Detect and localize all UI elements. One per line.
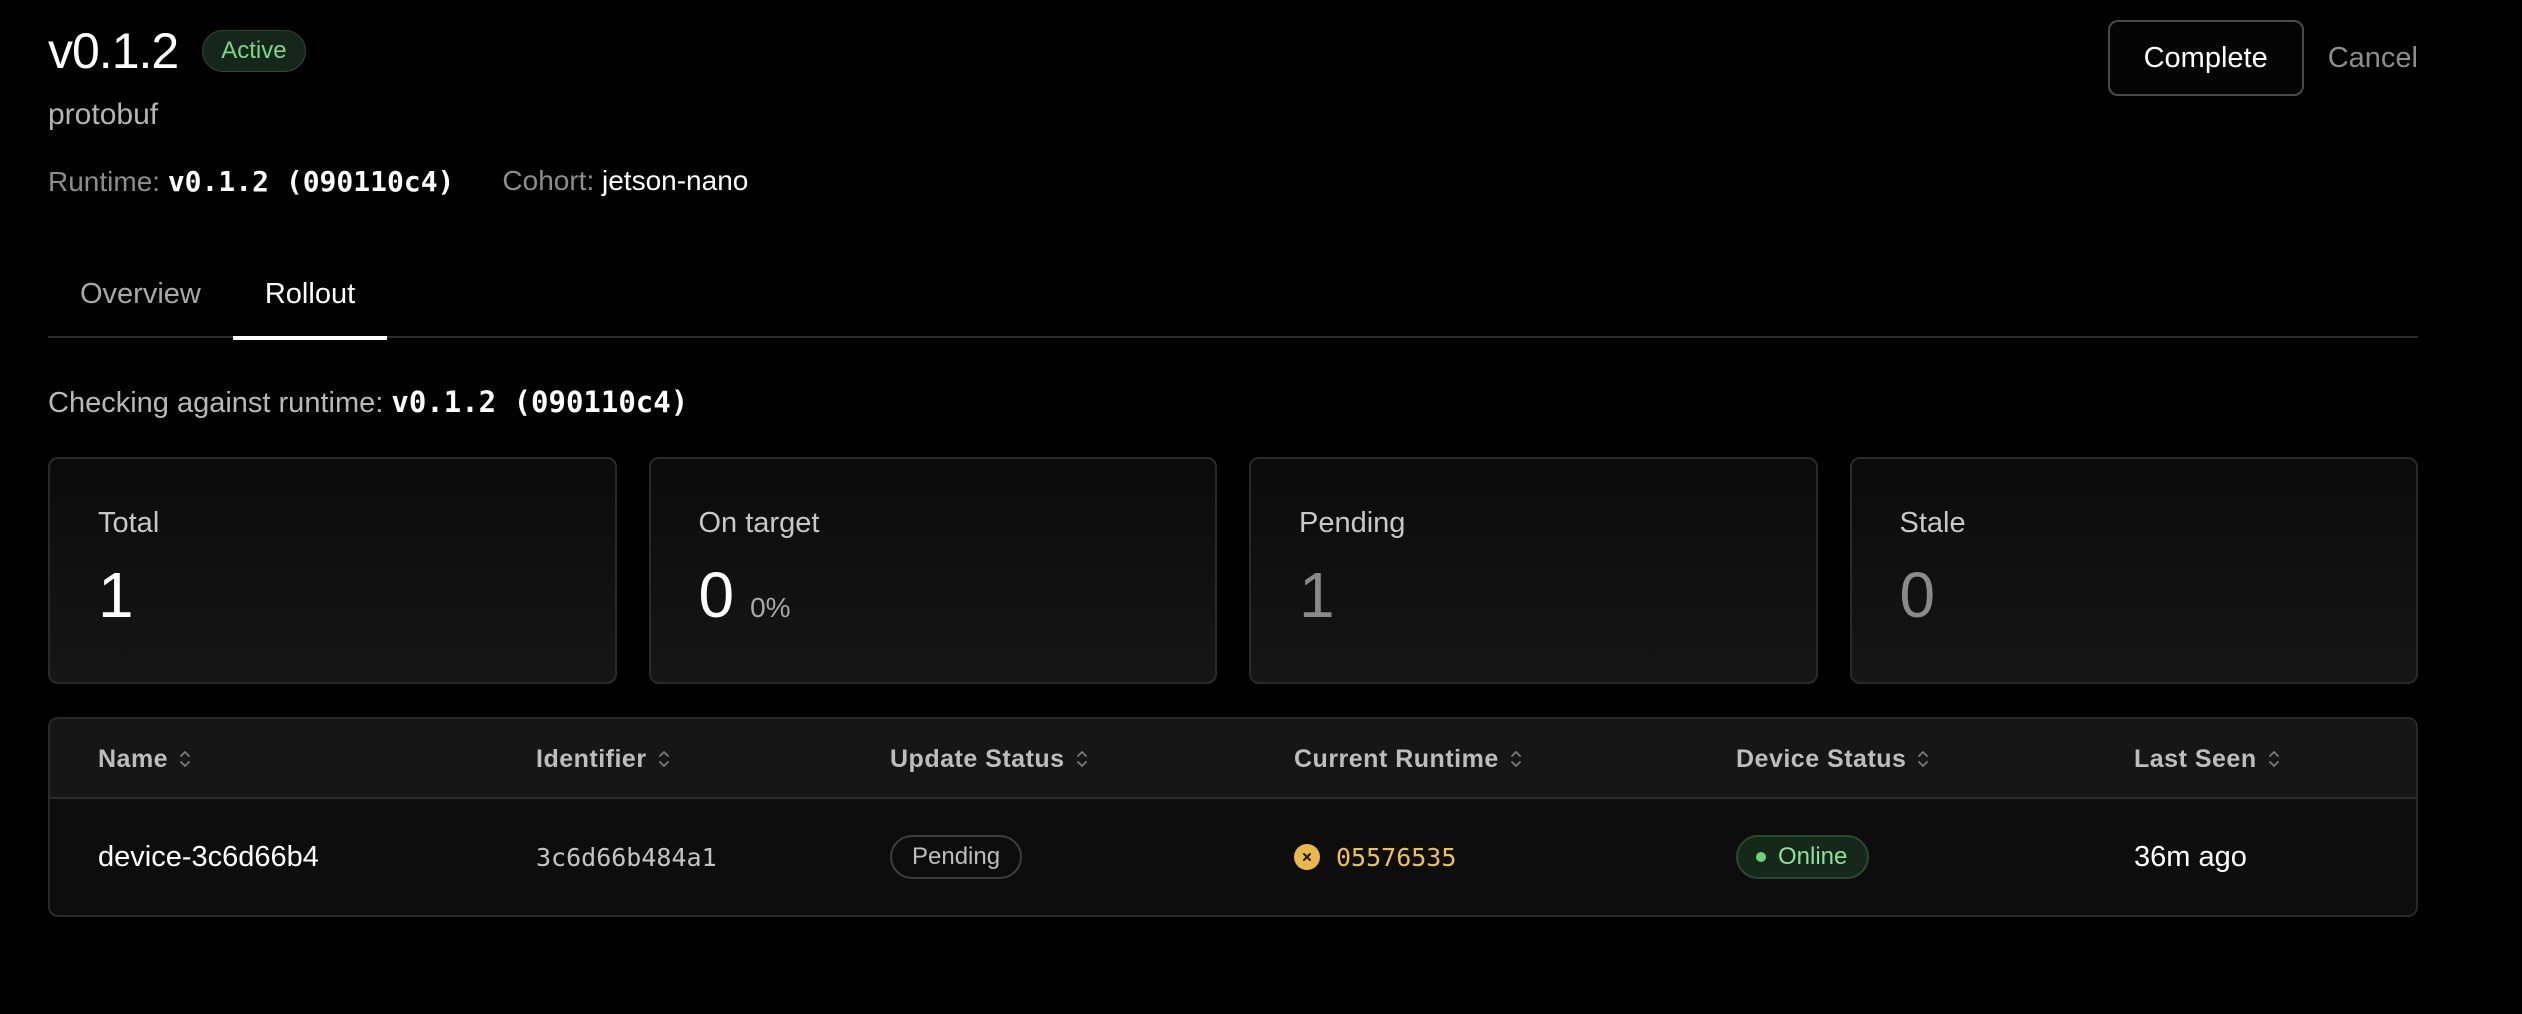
runtime-label: Runtime: <box>48 166 161 197</box>
stat-value-row: 1 <box>1299 558 1768 632</box>
stat-label: Total <box>98 507 160 539</box>
column-header-current-runtime[interactable]: Current Runtime <box>1294 719 1523 799</box>
sort-icon <box>658 751 669 767</box>
stat-label: Pending <box>1299 507 1406 539</box>
stat-card-on-target: On target 0 0% <box>648 457 1217 684</box>
column-header-label: Current Runtime <box>1294 744 1499 773</box>
stat-value-row: 0 <box>1900 558 2369 632</box>
online-dot-icon <box>1756 852 1766 862</box>
stat-label: On target <box>698 507 820 539</box>
stat-value: 1 <box>98 559 134 631</box>
stat-value: 1 <box>1299 559 1335 631</box>
stat-percent: 0% <box>750 592 791 623</box>
runtime-meta: Runtime: v0.1.2 (090110c4) <box>48 165 454 198</box>
column-header-device-status[interactable]: Device Status <box>1736 719 1930 799</box>
column-header-label: Name <box>98 744 169 773</box>
update-status-cell: Pending <box>890 799 1023 915</box>
stat-value-row: 1 <box>98 558 567 632</box>
sort-icon <box>180 751 190 767</box>
tab-rollout[interactable]: Rollout <box>232 250 388 340</box>
stat-value: 0 <box>1899 559 1936 631</box>
page: v0.1.2 Active protobuf Runtime: v0.1.2 (… <box>0 0 2522 1014</box>
title-row: v0.1.2 Active <box>48 22 306 80</box>
header-actions: Complete Cancel <box>2107 20 2418 96</box>
column-header-update-status[interactable]: Update Status <box>890 719 1089 799</box>
column-header-label: Update Status <box>890 744 1065 773</box>
last-seen: 36m ago <box>2134 840 2247 873</box>
stat-label: Stale <box>1899 507 1966 539</box>
sort-icon <box>1918 751 1929 767</box>
page-title: v0.1.2 <box>48 23 179 79</box>
release-header: v0.1.2 Active protobuf Runtime: v0.1.2 (… <box>48 0 2418 340</box>
device-status-badge: Online <box>1736 835 1870 879</box>
device-name[interactable]: device-3c6d66b4 <box>98 799 319 915</box>
stat-card-pending: Pending 1 <box>1249 457 1818 684</box>
status-badge: Active <box>202 30 306 72</box>
content: v0.1.2 Active protobuf Runtime: v0.1.2 (… <box>48 0 2418 917</box>
device-status-label: Online <box>1778 843 1848 870</box>
meta-row: Runtime: v0.1.2 (090110c4) Cohort: jetso… <box>48 165 748 198</box>
stat-value: 0 <box>698 559 735 631</box>
column-header-last-seen[interactable]: Last Seen <box>2134 719 2281 799</box>
device-identifier: 3c6d66b484a1 <box>536 842 717 872</box>
runtime-value: v0.1.2 (090110c4) <box>167 165 455 198</box>
checking-label: Checking against runtime: <box>48 387 384 419</box>
cohort-label: Cohort: <box>502 165 595 196</box>
table-header: Name Identifier Update Status Current Ru… <box>50 719 2416 799</box>
tab-bar: Overview Rollout <box>48 250 2418 340</box>
cancel-button[interactable]: Cancel <box>2322 20 2418 96</box>
update-status-badge: Pending <box>890 835 1023 879</box>
mismatch-x-icon <box>1294 844 1320 870</box>
current-runtime: 05576535 <box>1294 843 1456 872</box>
column-header-label: Device Status <box>1736 744 1907 773</box>
checking-runtime-line: Checking against runtime: v0.1.2 (090110… <box>48 385 688 420</box>
column-header-label: Identifier <box>536 744 647 773</box>
current-runtime-value: 05576535 <box>1336 842 1457 872</box>
sort-icon <box>1076 751 1087 767</box>
checking-runtime-value: v0.1.2 (090110c4) <box>391 385 689 419</box>
column-header-identifier[interactable]: Identifier <box>536 719 671 799</box>
current-runtime-cell: 05576535 <box>1294 799 1456 915</box>
column-header-name[interactable]: Name <box>98 719 192 799</box>
sort-icon <box>2268 751 2279 767</box>
devices-table: Name Identifier Update Status Current Ru… <box>48 717 2418 917</box>
tab-overview[interactable]: Overview <box>48 250 233 338</box>
sort-icon <box>1510 751 1521 767</box>
complete-button[interactable]: Complete <box>2107 20 2304 96</box>
page-subtitle: protobuf <box>48 98 159 131</box>
device-status-cell: Online <box>1736 799 1870 915</box>
table-row[interactable]: device-3c6d66b4 3c6d66b484a1 Pending 055… <box>50 799 2416 915</box>
stats-row: Total 1 On target 0 0% Pending 1 Stale 0 <box>48 457 2418 684</box>
stat-card-stale: Stale 0 <box>1849 457 2418 684</box>
cohort-meta: Cohort: jetson-nano <box>502 165 748 198</box>
stat-card-total: Total 1 <box>48 457 617 684</box>
cohort-value: jetson-nano <box>602 165 749 196</box>
column-header-label: Last Seen <box>2134 744 2257 773</box>
stat-value-row: 0 0% <box>699 558 1168 632</box>
